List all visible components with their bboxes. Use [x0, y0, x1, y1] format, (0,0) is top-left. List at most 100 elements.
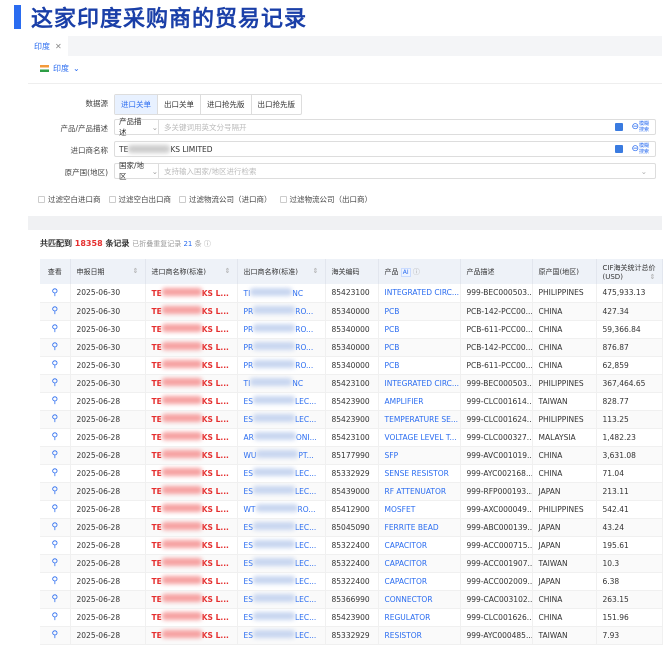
product-link[interactable]: RF ATTENUATOR: [378, 482, 461, 501]
translate-icon[interactable]: [615, 145, 624, 153]
exporter-name[interactable]: WU PT...: [237, 446, 326, 465]
view-icon[interactable]: ⚲: [40, 626, 71, 645]
product-link[interactable]: PCB: [378, 338, 461, 357]
product-link[interactable]: FERRITE BEAD: [378, 518, 461, 537]
country-selector[interactable]: 印度 ⌄: [40, 63, 80, 74]
exporter-name[interactable]: ES LEC...: [237, 590, 326, 609]
view-icon[interactable]: ⚲: [40, 554, 71, 573]
sort-icon[interactable]: ⇕: [225, 267, 231, 275]
importer-name[interactable]: TE KS L...: [145, 518, 238, 537]
exporter-name[interactable]: ES LEC...: [237, 536, 326, 555]
view-icon[interactable]: ⚲: [40, 410, 71, 429]
product-link[interactable]: SENSE RESISTOR: [378, 464, 461, 483]
product-link[interactable]: RESISTOR: [378, 626, 461, 645]
filter-checkbox[interactable]: 过滤物流公司（出口商）: [279, 194, 372, 205]
checkbox-icon[interactable]: [38, 196, 45, 203]
importer-name[interactable]: TE KS L...: [145, 482, 238, 501]
checkbox-icon[interactable]: [108, 196, 116, 203]
fuzzy-search-icon[interactable]: ⊖: [631, 122, 639, 132]
importer-name[interactable]: TE KS L...: [145, 320, 238, 339]
exporter-name[interactable]: ES LEC...: [237, 392, 326, 411]
view-icon[interactable]: ⚲: [40, 374, 71, 393]
column-header[interactable]: 进口商名称(标准) ⇕: [145, 259, 238, 284]
product-link[interactable]: SFP: [378, 446, 461, 465]
origin-input[interactable]: 支持输入国家/地区进行检索: [159, 166, 641, 177]
filter-checkbox[interactable]: 过滤空白出口商: [108, 194, 171, 205]
chevron-down-icon[interactable]: ⌄: [641, 167, 647, 176]
importer-name[interactable]: TE KS L...: [145, 356, 238, 375]
translate-icon[interactable]: [615, 123, 624, 131]
view-icon[interactable]: ⚲: [40, 392, 71, 411]
importer-name[interactable]: TE KS L...: [145, 338, 238, 357]
view-icon[interactable]: ⚲: [40, 518, 71, 537]
fuzzy-search-button[interactable]: 模糊搜索: [639, 143, 651, 155]
view-icon[interactable]: ⚲: [40, 302, 71, 321]
product-link[interactable]: INTEGRATED CIRC...: [378, 374, 461, 393]
checkbox-icon[interactable]: [279, 196, 287, 203]
importer-name[interactable]: TE KS L...: [145, 374, 238, 393]
importer-name[interactable]: TE KS L...: [145, 284, 238, 303]
product-link[interactable]: CAPACITOR: [378, 536, 461, 555]
view-icon[interactable]: ⚲: [40, 590, 71, 609]
product-link[interactable]: AMPLIFIER: [378, 392, 461, 411]
exporter-name[interactable]: WT RO...: [237, 500, 326, 519]
exporter-name[interactable]: AR ONI...: [237, 428, 326, 447]
sort-icon[interactable]: ⇕: [650, 273, 656, 281]
datasource-option[interactable]: 出口关单: [158, 95, 201, 114]
importer-name[interactable]: TE KS L...: [145, 392, 238, 411]
importer-name[interactable]: TE KS L...: [145, 410, 238, 429]
exporter-name[interactable]: ES LEC...: [237, 410, 326, 429]
checkbox-icon[interactable]: [179, 196, 186, 203]
close-icon[interactable]: ✕: [55, 42, 62, 51]
product-field-select[interactable]: 产品描述 ⌄: [115, 117, 159, 137]
importer-name[interactable]: TE KS L...: [145, 302, 238, 321]
datasource-option[interactable]: 出口抢先版: [252, 95, 302, 114]
origin-type-select[interactable]: 国家/地区 ⌄: [115, 161, 159, 181]
exporter-name[interactable]: ES LEC...: [237, 554, 326, 573]
exporter-name[interactable]: ES LEC...: [237, 572, 326, 591]
exporter-name[interactable]: ES LEC...: [237, 482, 326, 501]
datasource-option[interactable]: 进口抢先版: [201, 95, 252, 114]
filter-checkbox[interactable]: 过滤物流公司（进口商）: [179, 194, 272, 205]
view-icon[interactable]: ⚲: [40, 572, 71, 591]
exporter-name[interactable]: ES LEC...: [237, 626, 326, 645]
exporter-name[interactable]: TI NC: [237, 374, 326, 393]
importer-input[interactable]: TE KS LIMITED ⊖ 模糊搜索: [114, 141, 656, 157]
product-link[interactable]: REGULATOR: [378, 608, 461, 627]
sort-icon[interactable]: ⇕: [133, 267, 139, 275]
product-link[interactable]: PCB: [378, 302, 461, 321]
importer-name[interactable]: TE KS L...: [145, 536, 238, 555]
exporter-name[interactable]: ES LEC...: [237, 464, 326, 483]
product-link[interactable]: CAPACITOR: [378, 554, 461, 573]
view-icon[interactable]: ⚲: [40, 608, 71, 627]
view-icon[interactable]: ⚲: [40, 464, 71, 483]
view-icon[interactable]: ⚲: [40, 500, 71, 519]
importer-name[interactable]: TE KS L...: [145, 608, 238, 627]
product-link[interactable]: TEMPERATURE SE...: [378, 410, 461, 429]
product-link[interactable]: CONNECTOR: [378, 590, 461, 609]
importer-name[interactable]: TE KS L...: [145, 626, 238, 645]
column-header[interactable]: CIF海关统计总价(USD) ⇕: [596, 259, 663, 284]
view-icon[interactable]: ⚲: [40, 428, 71, 447]
exporter-name[interactable]: ES LEC...: [237, 518, 326, 537]
view-icon[interactable]: ⚲: [40, 356, 71, 375]
product-link[interactable]: CAPACITOR: [378, 572, 461, 591]
importer-name[interactable]: TE KS L...: [145, 590, 238, 609]
sort-icon[interactable]: ⇕: [313, 267, 319, 275]
exporter-name[interactable]: PR RO...: [237, 356, 326, 375]
column-header[interactable]: 申报日期 ⇕: [70, 259, 146, 284]
product-input[interactable]: 多关键词用英文分号隔开: [159, 122, 615, 133]
exporter-name[interactable]: PR RO...: [237, 320, 326, 339]
exporter-name[interactable]: ES LEC...: [237, 608, 326, 627]
product-link[interactable]: MOSFET: [378, 500, 461, 519]
importer-name[interactable]: TE KS L...: [145, 446, 238, 465]
view-icon[interactable]: ⚲: [40, 284, 71, 303]
filter-checkbox[interactable]: 过滤空白进口商: [38, 194, 101, 205]
view-icon[interactable]: ⚲: [40, 536, 71, 555]
importer-name[interactable]: TE KS L...: [145, 572, 238, 591]
importer-name[interactable]: TE KS L...: [145, 464, 238, 483]
view-icon[interactable]: ⚲: [40, 320, 71, 339]
ai-badge[interactable]: AI: [400, 267, 411, 277]
exporter-name[interactable]: PR RO...: [237, 302, 326, 321]
view-icon[interactable]: ⚲: [40, 446, 71, 465]
